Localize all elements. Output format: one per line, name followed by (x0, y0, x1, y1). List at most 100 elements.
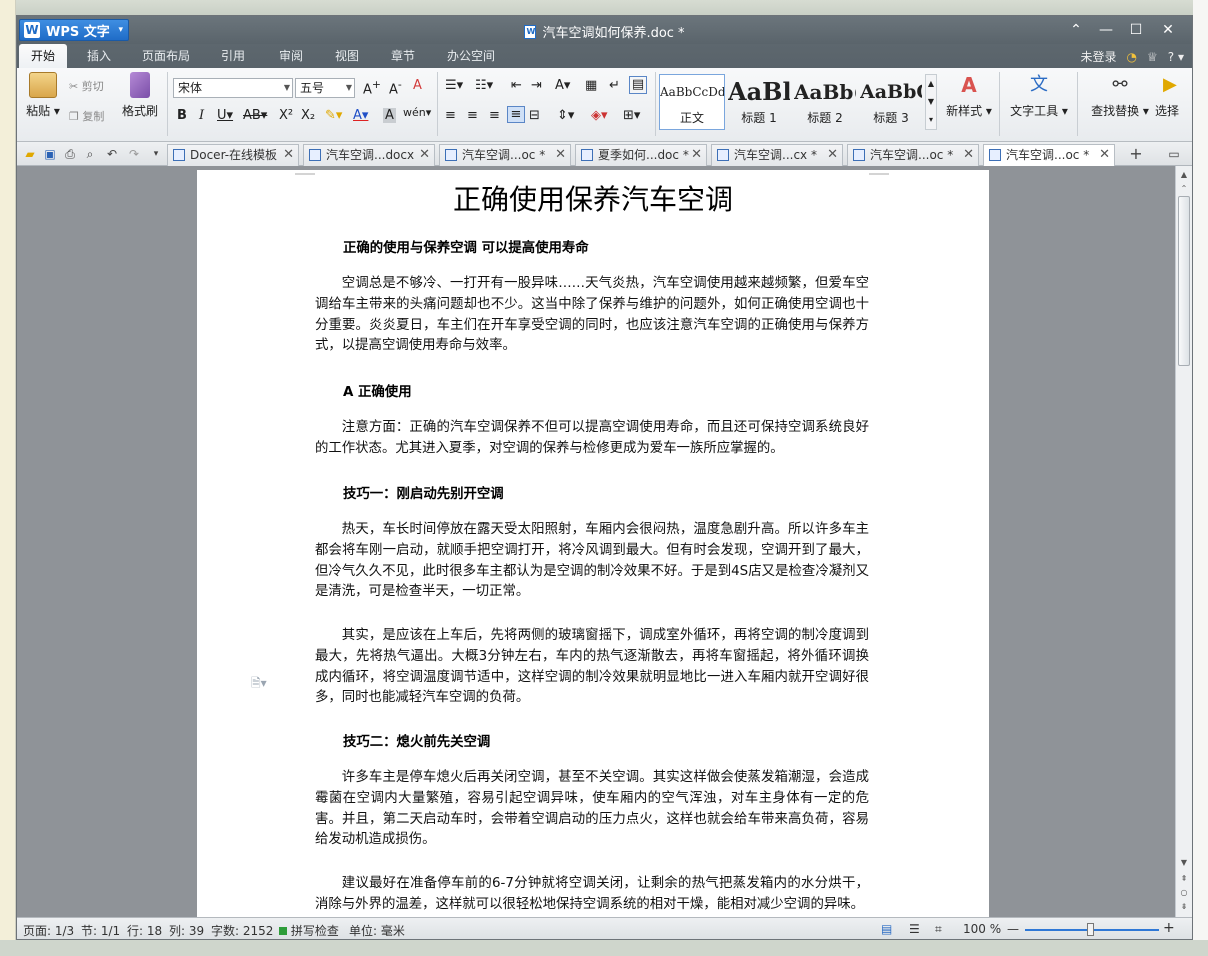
document-page[interactable]: 正确使用保养汽车空调 正确的使用与保养空调 可以提高使用寿命 空调总是不够冷、一… (197, 170, 989, 917)
tab-insert[interactable]: 插入 (75, 44, 123, 68)
text-tools-button[interactable]: 文 文字工具 ▾ (1009, 72, 1069, 119)
open-folder-icon[interactable]: ▰ (23, 147, 37, 161)
outline-view-icon[interactable]: ☰ (909, 922, 920, 936)
close-tab-icon[interactable]: ✕ (419, 145, 430, 165)
print-icon[interactable]: ⎙ (63, 147, 77, 161)
show-hide-icon[interactable]: ▤ (629, 76, 647, 94)
paste-button[interactable]: 粘贴 ▾ (23, 72, 63, 119)
close-tab-icon[interactable]: ✕ (283, 145, 294, 165)
align-left-icon[interactable]: ≡ (445, 108, 456, 123)
sync-icon[interactable]: ◔ (1127, 50, 1137, 64)
maximize-button[interactable]: ☐ (1123, 20, 1149, 40)
style-heading-1[interactable]: AaBl 标题 1 (727, 74, 791, 130)
vertical-scrollbar[interactable]: ▲ ⌃ ▼ ⇞ ○ ⇟ (1175, 166, 1192, 917)
underline-icon[interactable]: U▾ (217, 108, 233, 123)
style-normal[interactable]: AaBbCcDd 正文 (659, 74, 725, 130)
customize-toolbar-icon[interactable]: ▾ (149, 147, 163, 161)
next-page-icon[interactable]: ⇟ (1176, 900, 1192, 914)
table-grid-icon[interactable]: ▦ (585, 78, 597, 93)
minimize-button[interactable]: — (1093, 20, 1119, 40)
superscript-icon[interactable]: X² (279, 108, 293, 123)
find-replace-button[interactable]: ⚯ 查找替换 ▾ (1087, 72, 1153, 119)
doc-tab[interactable]: 汽车空调...oc * ✕ (847, 144, 979, 166)
doc-tab[interactable]: 夏季如何...doc * ✕ (575, 144, 707, 166)
zoom-slider-thumb[interactable] (1087, 923, 1094, 936)
scrollbar-thumb[interactable] (1178, 196, 1190, 366)
shrink-font-icon[interactable]: A- (389, 78, 402, 97)
numbered-list-icon[interactable]: ☷▾ (475, 78, 493, 93)
select-browse-object-icon[interactable]: ○ (1176, 886, 1192, 900)
tab-page-layout[interactable]: 页面布局 (135, 44, 197, 68)
text-direction-icon[interactable]: A▾ (555, 78, 570, 93)
highlight-icon[interactable]: ✎▾ (325, 108, 342, 123)
status-page[interactable]: 页面: 1/3 (23, 922, 74, 939)
close-button[interactable]: ✕ (1155, 20, 1181, 40)
tab-home[interactable]: 开始 (19, 44, 67, 68)
tab-list-icon[interactable]: ▭ (1167, 147, 1181, 161)
close-tab-icon[interactable]: ✕ (555, 145, 566, 165)
scroll-top-icon[interactable]: ⌃ (1176, 182, 1192, 196)
zoom-out-icon[interactable]: — (1007, 922, 1019, 936)
undo-icon[interactable]: ↶ (105, 147, 119, 161)
style-gallery-scroll[interactable]: ▲ ▼ ▾ (925, 74, 937, 130)
login-link[interactable]: 未登录 (1081, 48, 1117, 65)
font-color-icon[interactable]: A▾ (353, 108, 368, 123)
scroll-up-icon[interactable]: ▲ (1176, 168, 1192, 182)
increase-indent-icon[interactable]: ⇥ (531, 78, 542, 93)
tab-office-space[interactable]: 办公空间 (439, 44, 503, 68)
doc-tab[interactable]: 汽车空调...oc * ✕ (439, 144, 571, 166)
collapse-ribbon-button[interactable]: ⌃ (1063, 20, 1089, 40)
cut-button[interactable]: ✂ 剪切 (69, 78, 104, 94)
align-right-icon[interactable]: ≡ (489, 108, 500, 123)
tab-view[interactable]: 视图 (327, 44, 367, 68)
doc-tab[interactable]: 汽车空调...docx ✕ (303, 144, 435, 166)
tab-review[interactable]: 审阅 (271, 44, 311, 68)
status-unit[interactable]: 单位: 毫米 (349, 922, 405, 939)
line-spacing-icon[interactable]: ⇕▾ (557, 108, 574, 123)
font-name-select[interactable]: 宋体 ▼ (173, 78, 293, 98)
paragraph-mark-icon[interactable]: ↵ (609, 78, 620, 93)
spell-check-toggle[interactable]: 拼写检查 (279, 922, 339, 939)
grow-font-icon[interactable]: A+ (363, 78, 381, 97)
new-tab-icon[interactable]: + (1129, 146, 1143, 162)
redo-icon[interactable]: ↷ (127, 147, 141, 161)
strikethrough-icon[interactable]: AB▾ (243, 108, 267, 123)
close-tab-icon[interactable]: ✕ (963, 145, 974, 165)
skin-icon[interactable]: ♕ (1147, 50, 1158, 64)
zoom-in-icon[interactable]: + (1163, 920, 1175, 936)
page-view-icon[interactable]: ▤ (881, 922, 892, 936)
zoom-level[interactable]: 100 % (963, 922, 1001, 936)
save-icon[interactable]: ▣ (43, 147, 57, 161)
help-button[interactable]: ? ▾ (1168, 50, 1184, 64)
bold-icon[interactable]: B (177, 108, 187, 123)
align-center-icon[interactable]: ≡ (467, 108, 478, 123)
select-button[interactable]: ▶ 选择 (1155, 72, 1191, 119)
char-shading-icon[interactable]: A (383, 108, 396, 123)
paragraph-handle-icon[interactable]: 🗎▾ (251, 674, 267, 695)
tab-chapter[interactable]: 章节 (383, 44, 423, 68)
justify-icon[interactable]: ≡ (507, 106, 525, 123)
new-style-button[interactable]: A 新样式 ▾ (941, 72, 997, 119)
borders-icon[interactable]: ⊞▾ (623, 108, 640, 123)
doc-tab[interactable]: Docer-在线模板 ✕ (167, 144, 299, 166)
copy-button[interactable]: ❐ 复制 (69, 108, 104, 124)
close-tab-icon[interactable]: ✕ (691, 145, 702, 165)
tab-references[interactable]: 引用 (213, 44, 253, 68)
shading-icon[interactable]: ◈▾ (591, 108, 608, 123)
doc-tab-active[interactable]: 汽车空调...oc * ✕ (983, 144, 1115, 166)
close-tab-icon[interactable]: ✕ (1099, 145, 1110, 165)
style-heading-2[interactable]: AaBb( 标题 2 (793, 74, 857, 130)
font-size-select[interactable]: 五号 ▼ (295, 78, 355, 98)
web-view-icon[interactable]: ⌗ (935, 922, 942, 937)
format-painter-button[interactable]: 格式刷 (117, 72, 163, 119)
previous-page-icon[interactable]: ⇞ (1176, 872, 1192, 886)
status-word-count[interactable]: 字数: 2152 (211, 922, 273, 939)
close-tab-icon[interactable]: ✕ (827, 145, 838, 165)
print-preview-icon[interactable]: ⌕ (83, 147, 97, 161)
clear-format-icon[interactable]: A (413, 78, 422, 93)
bullet-list-icon[interactable]: ☰▾ (445, 78, 463, 93)
phonetic-guide-icon[interactable]: wén▾ (403, 106, 431, 119)
decrease-indent-icon[interactable]: ⇤ (511, 78, 522, 93)
italic-icon[interactable]: I (199, 108, 204, 123)
distributed-icon[interactable]: ⊟ (529, 108, 540, 123)
